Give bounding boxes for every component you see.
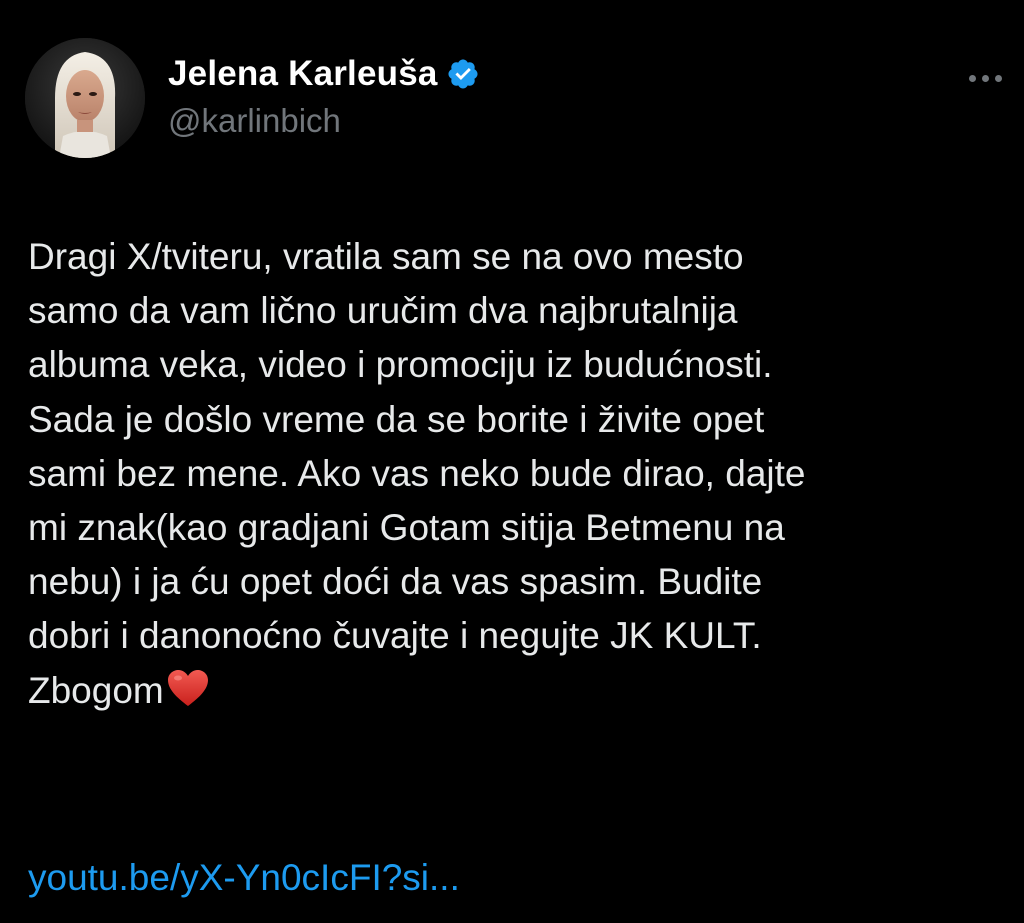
author-name-row: Jelena Karleuša [168,52,480,96]
red-heart-icon [166,668,210,708]
tweet-card: Jelena Karleuša @karlinbich Dragi X/tvit… [0,0,1024,923]
tweet-link[interactable]: youtu.be/yX-Yn0cIcFI?si... [28,857,460,899]
author-display-name[interactable]: Jelena Karleuša [168,54,438,94]
tweet-text-line: nebu) i ja ću opet doći da vas spasim. B… [28,561,763,603]
tweet-text: Dragi X/tviteru, vratila sam se na ovo m… [28,230,1008,718]
more-dot [981,74,989,82]
more-options-button[interactable] [958,60,1012,96]
author-handle[interactable]: @karlinbich [168,102,341,140]
tweet-text-line: Dragi X/tviteru, vratila sam se na ovo m… [28,236,744,277]
tweet-text-last-line: Zbogom [28,664,1008,718]
tweet-text-line: samo da vam lično uručim dva najbrutalni… [28,290,738,332]
more-horizontal-icon [968,74,976,82]
avatar[interactable] [25,38,145,158]
tweet-text-line: sami bez mene. Ako vas neko bude dirao, … [28,452,806,494]
avatar-photo-icon [25,38,145,158]
tweet-text-line: Zbogom [28,669,164,711]
tweet-text-line: mi znak(kao gradjani Gotam sitija Betmen… [28,507,785,549]
verified-badge-icon [446,57,480,91]
tweet-text-line: albuma veka, video i promociju iz budućn… [28,344,773,386]
more-dot [994,74,1002,82]
tweet-text-line: dobri i danonoćno čuvajte i negujte JK K… [28,615,762,657]
tweet-text-line: Sada je došlo vreme da se borite i živit… [28,398,765,440]
